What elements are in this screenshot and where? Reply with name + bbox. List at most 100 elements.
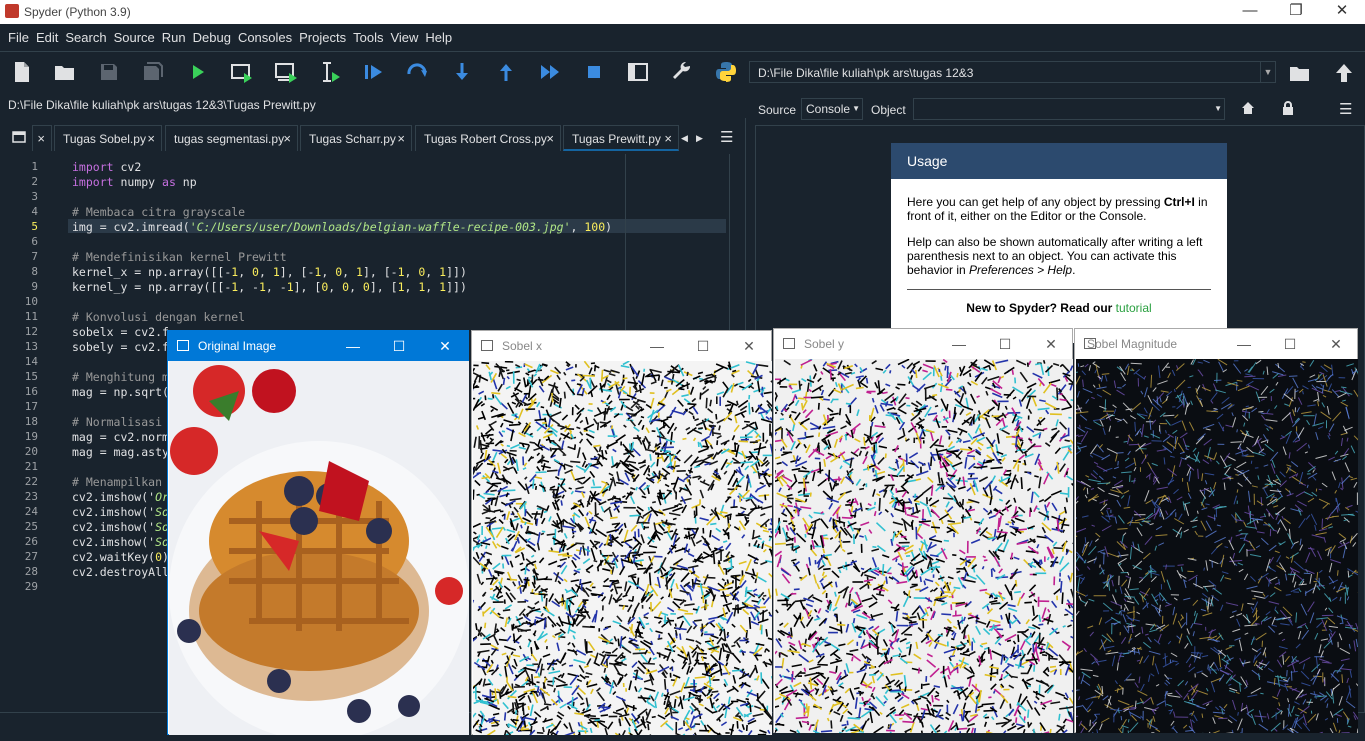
browse-tabs-icon[interactable]	[8, 125, 30, 151]
code-line[interactable]: # Normalisasi	[72, 415, 162, 429]
new-file-icon[interactable]	[10, 60, 34, 84]
maximize-icon[interactable]: ☐	[680, 331, 726, 361]
object-combo[interactable]: ▼	[913, 98, 1225, 120]
open-file-icon[interactable]	[53, 60, 77, 84]
code-line[interactable]: cv2.waitKey(0)	[72, 550, 169, 564]
menu-search[interactable]: Search	[62, 24, 109, 51]
step-return-icon[interactable]	[494, 60, 518, 84]
code-line[interactable]: cv2.imshow('So	[72, 520, 169, 534]
minimize-icon[interactable]: —	[634, 331, 680, 361]
maximize-pane-icon[interactable]	[626, 60, 650, 84]
restore-icon[interactable]: ❐	[1273, 0, 1319, 24]
code-line[interactable]: mag = mag.asty	[72, 445, 169, 459]
sobel-magnitude-window[interactable]: Sobel Magnitude — ☐ ✕	[1074, 328, 1358, 733]
step-icon[interactable]	[406, 60, 430, 84]
close-icon[interactable]: ✕	[1319, 0, 1365, 24]
window-titlebar[interactable]: Sobel y — ☐ ✕	[774, 329, 1072, 359]
preferences-wrench-icon[interactable]	[670, 60, 694, 84]
source-combo[interactable]: Console▼	[801, 98, 863, 120]
menu-projects[interactable]: Projects	[296, 24, 349, 51]
code-line[interactable]: sobely = cv2.f	[72, 340, 169, 354]
code-line[interactable]: cv2.imshow('Or	[72, 490, 169, 504]
code-line[interactable]: # Membaca citra grayscale	[72, 205, 245, 219]
home-icon[interactable]	[1240, 100, 1256, 118]
code-line[interactable]: mag = np.sqrt(	[72, 385, 169, 399]
sobel-y-window[interactable]: Sobel y — ☐ ✕	[773, 328, 1073, 733]
minimize-icon[interactable]: —	[936, 329, 982, 359]
code-line[interactable]: img = cv2.imread('C:/Users/user/Download…	[72, 220, 612, 234]
close-icon[interactable]: ✕	[1028, 329, 1074, 359]
line-number: 2	[0, 175, 38, 188]
help-options-menu-icon[interactable]: ☰	[1339, 100, 1355, 118]
close-icon[interactable]: ×	[397, 126, 405, 152]
window-titlebar[interactable]: Sobel x — ☐ ✕	[472, 331, 771, 361]
chevron-down-icon[interactable]: ▼	[1260, 62, 1275, 82]
tab-partial-close[interactable]: ×	[32, 125, 52, 151]
tab-tugas-prewitt[interactable]: Tugas Prewitt.py×	[563, 125, 679, 151]
window-titlebar[interactable]: Original Image — ☐ ✕	[168, 331, 468, 361]
code-line[interactable]: import cv2	[72, 160, 141, 174]
lock-icon[interactable]	[1280, 100, 1296, 118]
save-all-icon[interactable]	[141, 60, 165, 84]
tutorial-link[interactable]: tutorial	[1116, 301, 1152, 315]
sobel-x-window[interactable]: Sobel x — ☐ ✕	[471, 330, 772, 735]
minimize-icon[interactable]: —	[1221, 329, 1267, 359]
minimize-icon[interactable]: —	[1227, 0, 1273, 24]
code-line[interactable]: kernel_x = np.array([[-1, 0, 1], [-1, 0,…	[72, 265, 467, 279]
menu-debug[interactable]: Debug	[190, 24, 234, 51]
maximize-icon[interactable]: ☐	[376, 331, 422, 361]
close-icon[interactable]: ×	[283, 126, 291, 152]
code-line[interactable]: # Menghitung m	[72, 370, 169, 384]
tab-tugas-robert-cross[interactable]: Tugas Robert Cross.py×	[415, 125, 561, 151]
menu-run[interactable]: Run	[159, 24, 189, 51]
python-path-icon[interactable]	[714, 60, 738, 84]
close-icon[interactable]: ×	[546, 126, 554, 152]
menu-consoles[interactable]: Consoles	[235, 24, 295, 51]
browse-folder-icon[interactable]	[1288, 61, 1312, 85]
menu-tools[interactable]: Tools	[350, 24, 386, 51]
run-cell-icon[interactable]	[230, 60, 254, 84]
run-cell-advance-icon[interactable]	[274, 60, 298, 84]
step-into-icon[interactable]	[450, 60, 474, 84]
code-line[interactable]: mag = cv2.norm	[72, 430, 169, 444]
window-titlebar[interactable]: Sobel Magnitude — ☐ ✕	[1075, 329, 1357, 359]
menu-edit[interactable]: Edit	[33, 24, 61, 51]
code-line[interactable]: kernel_y = np.array([[-1, -1, -1], [0, 0…	[72, 280, 467, 294]
maximize-icon[interactable]: ☐	[982, 329, 1028, 359]
options-menu-icon[interactable]: ☰	[720, 125, 736, 151]
stop-icon[interactable]	[582, 60, 606, 84]
menu-help[interactable]: Help	[422, 24, 455, 51]
menu-source[interactable]: Source	[111, 24, 158, 51]
close-icon[interactable]: ✕	[422, 331, 468, 361]
menu-file[interactable]: File	[5, 24, 32, 51]
debug-icon[interactable]	[362, 60, 386, 84]
scroll-tabs-left-icon[interactable]: ◀	[681, 125, 691, 151]
working-directory-combo[interactable]: D:\File Dika\file kuliah\pk ars\tugas 12…	[749, 61, 1276, 83]
code-line[interactable]: cv2.imshow('So	[72, 535, 169, 549]
close-icon[interactable]: ×	[37, 126, 45, 152]
close-icon[interactable]: ×	[664, 126, 672, 152]
code-line[interactable]: import numpy as np	[72, 175, 197, 189]
tab-tugas-sobel[interactable]: Tugas Sobel.py×	[54, 125, 162, 151]
continue-icon[interactable]	[538, 60, 562, 84]
code-line[interactable]: # Konvolusi dengan kernel	[72, 310, 245, 324]
close-icon[interactable]: ×	[147, 126, 155, 152]
menu-view[interactable]: View	[387, 24, 421, 51]
close-icon[interactable]: ✕	[1313, 329, 1359, 359]
minimize-icon[interactable]: —	[330, 331, 376, 361]
code-line[interactable]: # Menampilkan	[72, 475, 162, 489]
tab-tugas-segmentasi[interactable]: tugas segmentasi.py×	[165, 125, 298, 151]
parent-directory-icon[interactable]	[1332, 61, 1356, 85]
code-line[interactable]: # Mendefinisikan kernel Prewitt	[72, 250, 287, 264]
code-line[interactable]: cv2.destroyAll	[72, 565, 169, 579]
tab-tugas-scharr[interactable]: Tugas Scharr.py×	[300, 125, 412, 151]
code-line[interactable]: sobelx = cv2.f	[72, 325, 169, 339]
original-image-window[interactable]: Original Image — ☐ ✕	[167, 330, 469, 735]
code-line[interactable]: cv2.imshow('So	[72, 505, 169, 519]
run-selection-icon[interactable]	[318, 60, 342, 84]
maximize-icon[interactable]: ☐	[1267, 329, 1313, 359]
run-icon[interactable]	[186, 60, 210, 84]
save-icon[interactable]	[97, 60, 121, 84]
scroll-tabs-right-icon[interactable]: ▶	[696, 125, 706, 151]
close-icon[interactable]: ✕	[726, 331, 772, 361]
